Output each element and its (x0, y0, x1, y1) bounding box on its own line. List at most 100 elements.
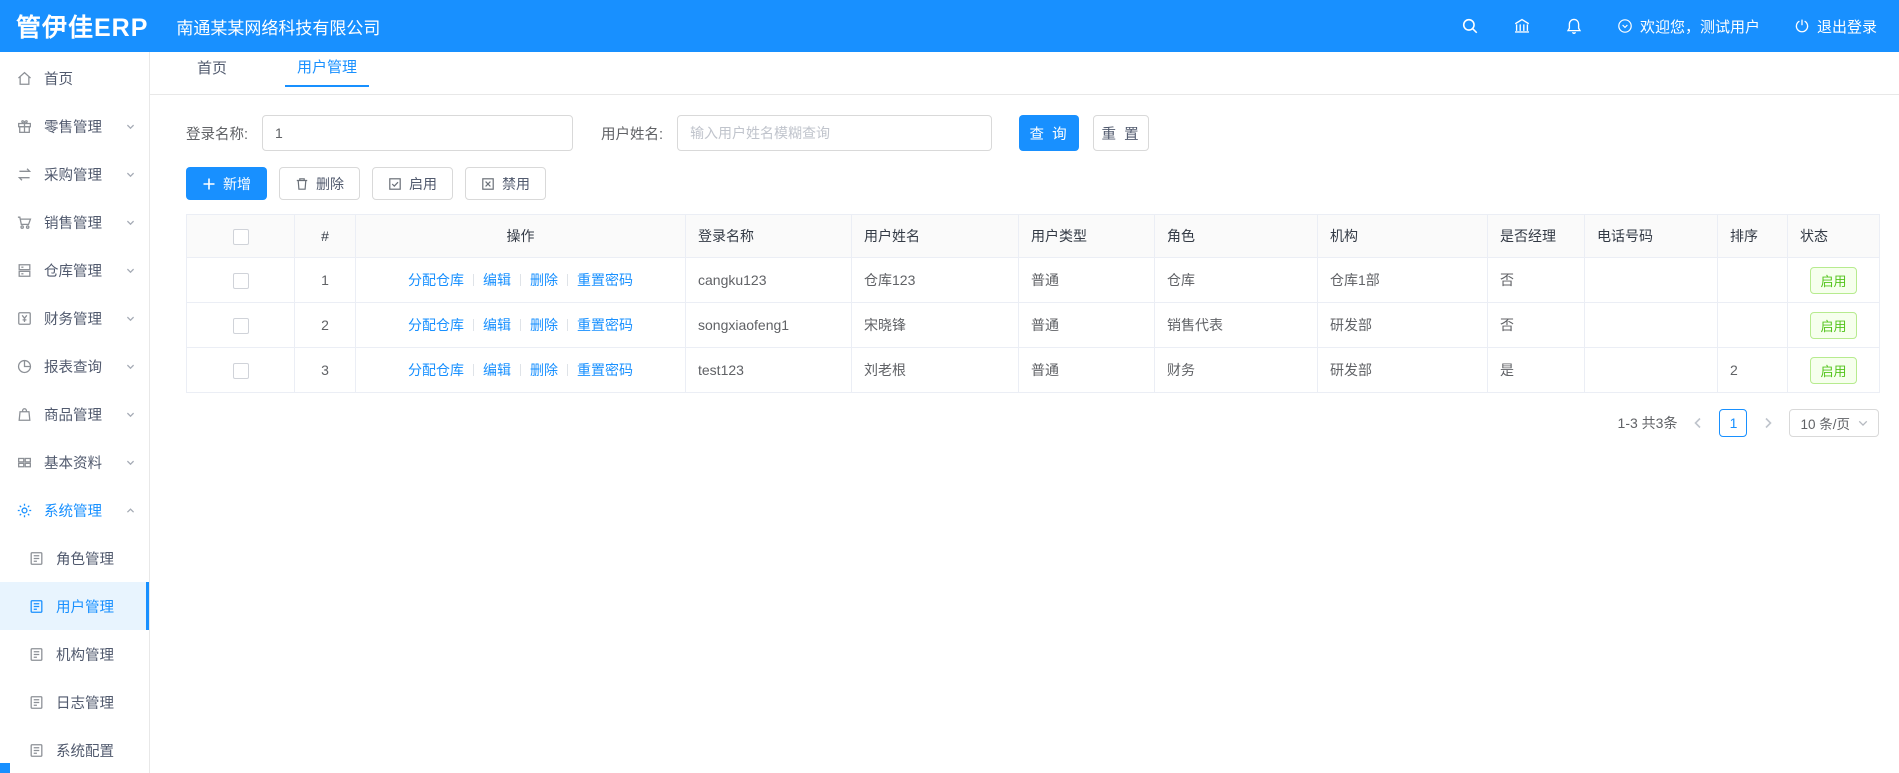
sidebar-item-label: 机构管理 (56, 647, 114, 664)
row-index: 2 (294, 302, 356, 348)
sidebar-item-label: 系统管理 (44, 503, 102, 520)
report-icon (17, 359, 32, 373)
main-content: 首页 用户管理 登录名称: 用户姓名: 查 询 重 置 (150, 52, 1899, 773)
sidebar-item-user-management[interactable]: 用户管理 (0, 582, 149, 630)
app-window: 管伊佳ERP 南通某某网络科技有限公司 欢迎您，测试用户 退出登录 首页 零售管… (0, 0, 1899, 773)
divider (473, 319, 474, 331)
chevron-down-icon (126, 220, 135, 225)
sidebar-item-system-config[interactable]: 系统配置 (0, 726, 149, 773)
cell-org: 仓库1部 (1317, 257, 1488, 303)
home-bank-icon[interactable] (1513, 17, 1531, 35)
user-menu[interactable]: 欢迎您，测试用户 (1617, 16, 1760, 37)
sidebar-item-finance[interactable]: 财务管理 (0, 294, 149, 342)
sidebar-item-label: 日志管理 (56, 695, 114, 712)
disable-button[interactable]: 禁用 (465, 167, 546, 200)
delete-button[interactable]: 删除 (279, 167, 360, 200)
login-name-input[interactable] (262, 115, 574, 151)
welcome-text: 欢迎您，测试用户 (1639, 18, 1760, 36)
chevron-down-icon (126, 124, 135, 129)
delete-link[interactable]: 删除 (530, 362, 558, 378)
page-size-select[interactable]: 10 条/页 (1789, 409, 1879, 437)
sidebar-item-label: 商品管理 (44, 407, 102, 424)
divider (567, 319, 568, 331)
user-name-label: 用户姓名: (601, 126, 664, 143)
delete-link[interactable]: 删除 (530, 272, 558, 288)
sidebar-item-role-management[interactable]: 角色管理 (0, 534, 149, 582)
assign-warehouse-link[interactable]: 分配仓库 (408, 272, 464, 288)
edit-link[interactable]: 编辑 (483, 317, 511, 333)
sidebar-item-retail[interactable]: 零售管理 (0, 102, 149, 150)
cell-user-type: 普通 (1018, 257, 1155, 303)
row-actions: 分配仓库 编辑 删除 重置密码 (355, 347, 686, 393)
table-row: 1 分配仓库 编辑 删除 重置密码 cangku123 仓库123 普通 仓库 仓库1… (186, 257, 1880, 303)
user-name-input[interactable] (677, 115, 993, 151)
reset-button[interactable]: 重 置 (1093, 115, 1150, 151)
chevron-down-icon (126, 412, 135, 417)
enable-button[interactable]: 启用 (372, 167, 453, 200)
logout-button[interactable]: 退出登录 (1794, 16, 1877, 37)
col-is-manager: 是否经理 (1487, 214, 1585, 258)
reset-password-link[interactable]: 重置密码 (577, 272, 633, 288)
search-icon[interactable] (1461, 17, 1479, 35)
sidebar-item-goods[interactable]: 商品管理 (0, 390, 149, 438)
cell-login-name: test123 (685, 347, 852, 393)
tab-bar: 首页 用户管理 (150, 50, 1899, 87)
delete-link[interactable]: 删除 (530, 317, 558, 333)
divider (567, 364, 568, 376)
reset-password-link[interactable]: 重置密码 (577, 362, 633, 378)
logout-text: 退出登录 (1816, 18, 1877, 36)
cell-login-name: cangku123 (685, 257, 852, 303)
logout-icon (1795, 19, 1809, 33)
sidebar-item-home[interactable]: 首页 (0, 54, 149, 102)
chevron-left-icon (1694, 417, 1702, 429)
divider (520, 274, 521, 286)
tab-home[interactable]: 首页 (185, 51, 239, 86)
sidebar-item-org-management[interactable]: 机构管理 (0, 630, 149, 678)
cell-status: 启用 (1787, 302, 1880, 348)
sidebar-item-reports[interactable]: 报表查询 (0, 342, 149, 390)
table-row: 2 分配仓库 编辑 删除 重置密码 songxiaofeng1 宋晓锋 普通 销售代表… (186, 302, 1880, 348)
col-user-name: 用户姓名 (851, 214, 1019, 258)
assign-warehouse-link[interactable]: 分配仓库 (408, 317, 464, 333)
cell-org: 研发部 (1317, 347, 1488, 393)
page-number-button[interactable]: 1 (1719, 409, 1748, 437)
row-checkbox[interactable] (232, 317, 249, 334)
sales-icon (17, 216, 32, 229)
top-header: 管伊佳ERP 南通某某网络科技有限公司 欢迎您，测试用户 退出登录 (0, 0, 1899, 52)
add-button[interactable]: 新增 (186, 167, 267, 200)
prev-page-button[interactable] (1687, 412, 1709, 434)
cell-login-name: songxiaofeng1 (685, 302, 852, 348)
sidebar-item-label: 用户管理 (56, 599, 114, 616)
sidebar-item-basic-data[interactable]: 基本资料 (0, 438, 149, 486)
row-checkbox[interactable] (232, 272, 249, 289)
next-page-button[interactable] (1757, 412, 1779, 434)
edit-link[interactable]: 编辑 (483, 272, 511, 288)
sidebar-item-system[interactable]: 系统管理 (0, 486, 149, 534)
edit-link[interactable]: 编辑 (483, 362, 511, 378)
select-all-checkbox[interactable] (232, 228, 249, 245)
sidebar-item-warehouse[interactable]: 仓库管理 (0, 246, 149, 294)
sidebar-item-label: 系统配置 (56, 743, 114, 760)
sidebar-item-purchase[interactable]: 采购管理 (0, 150, 149, 198)
cell-phone (1584, 302, 1718, 348)
divider (520, 319, 521, 331)
warehouse-icon (18, 263, 31, 277)
home-icon (18, 71, 31, 85)
cell-status: 启用 (1787, 257, 1880, 303)
sidebar-item-label: 仓库管理 (44, 263, 102, 280)
notification-bell-icon[interactable] (1565, 17, 1583, 35)
sidebar-item-log-management[interactable]: 日志管理 (0, 678, 149, 726)
status-badge: 启用 (1810, 311, 1857, 339)
sidebar-item-label: 角色管理 (56, 551, 114, 568)
tab-user-management[interactable]: 用户管理 (285, 50, 370, 87)
user-table: # 操作 登录名称 用户姓名 用户类型 角色 机构 是否经理 电话号码 排序 状… (186, 214, 1880, 393)
col-org: 机构 (1317, 214, 1488, 258)
disable-button-label: 禁用 (502, 175, 530, 192)
sidebar-item-sales[interactable]: 销售管理 (0, 198, 149, 246)
row-checkbox[interactable] (232, 362, 249, 379)
search-button[interactable]: 查 询 (1019, 115, 1080, 151)
reset-password-link[interactable]: 重置密码 (577, 317, 633, 333)
assign-warehouse-link[interactable]: 分配仓库 (408, 362, 464, 378)
table-row: 3 分配仓库 编辑 删除 重置密码 test123 刘老根 普通 财务 研发部 是 2… (186, 347, 1880, 393)
cell-role: 仓库 (1154, 257, 1318, 303)
